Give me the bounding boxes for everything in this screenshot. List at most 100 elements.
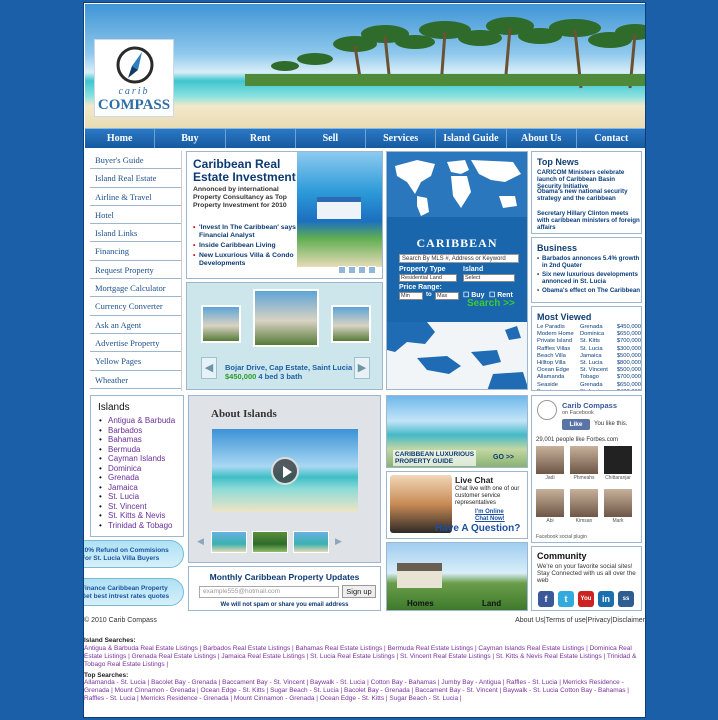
price-max-select[interactable]: Max	[435, 292, 459, 300]
business-item[interactable]: Obama's effect on The Caribbean	[537, 287, 641, 294]
most-viewed-row[interactable]: Beach Villa Jamaica $500,000	[537, 353, 641, 360]
twitter-icon[interactable]: t	[558, 591, 574, 607]
about-next-arrow-icon[interactable]: ▶	[335, 536, 342, 547]
footer-links[interactable]: About Us|Terms of use|Privacy|Disclaimer	[515, 617, 645, 624]
most-viewed-row[interactable]: Raffles Villas St. Lucia $300,000	[537, 346, 641, 353]
facebook-icon[interactable]: f	[538, 591, 554, 607]
about-prev-arrow-icon[interactable]: ◀	[197, 536, 204, 547]
video-thumb[interactable]	[293, 531, 329, 553]
business-item[interactable]: Six new luxurious developments annonced …	[537, 271, 641, 285]
land-link[interactable]: Land	[482, 599, 501, 608]
island-link[interactable]: Antigua & Barbuda	[99, 416, 175, 426]
sidebar-item-financing[interactable]: Financing	[90, 242, 181, 261]
investment-bullet[interactable]: 'Invest In The Caribbean' says Financial…	[193, 224, 305, 240]
email-field[interactable]: example555@hotmail.com	[199, 586, 339, 598]
fan-avatar[interactable]	[604, 489, 632, 517]
most-viewed-row[interactable]: BayviewSt. Lucia$400,000	[537, 389, 641, 390]
island-link[interactable]: Trinidad & Tobago	[99, 521, 175, 531]
listing-next-arrow-icon[interactable]: ▶	[354, 357, 370, 379]
price-min-select[interactable]: Min	[399, 292, 423, 300]
news-item[interactable]: CARICOM Ministers celebrate launch of Ca…	[537, 169, 641, 190]
refund-promo-button[interactable]: 20% Refund on Commisions For St. Lucia V…	[84, 540, 184, 568]
facebook-like-button[interactable]: Like	[562, 419, 590, 430]
most-viewed-row[interactable]: Hilltop Villa St. Lucia $800,000	[537, 360, 641, 367]
most-viewed-row[interactable]: Le Paradis Grenada $450,000	[537, 324, 641, 331]
homes-link[interactable]: Homes	[407, 599, 434, 608]
guide-go-link[interactable]: GO >>	[493, 454, 514, 461]
fan-avatar[interactable]	[604, 446, 632, 474]
island-link[interactable]: Jamaica	[99, 483, 175, 493]
property-guide-banner[interactable]: CARIBBEAN LUXURIOUS PROPERTY GUIDE GO >>	[386, 395, 528, 468]
island-link[interactable]: Bahamas	[99, 435, 175, 445]
investment-bullet[interactable]: Inside Caribbean Living	[193, 242, 305, 250]
nav-rent[interactable]: Rent	[226, 129, 296, 148]
nav-services[interactable]: Services	[366, 129, 437, 148]
slide-dot[interactable]	[338, 266, 346, 274]
most-viewed-row[interactable]: Allamanda Tobago $700,000	[537, 374, 641, 381]
sidebar-item-buyers-guide[interactable]: Buyer's Guide	[90, 151, 181, 170]
investment-feature[interactable]: Caribbean Real Estate Investment Annonce…	[186, 151, 383, 279]
property-type-select[interactable]: Residential Land	[399, 274, 457, 282]
top-searches-links[interactable]: Allamanda - St. Lucia | Bacolet Bay - Gr…	[84, 679, 645, 702]
nav-home[interactable]: Home	[85, 129, 156, 148]
sidebar-item-yellow-pages[interactable]: Yellow Pages	[90, 352, 181, 371]
business-item[interactable]: Barbados annonces 5.4% growth in 2nd Qua…	[537, 255, 641, 269]
youtube-icon[interactable]: You	[578, 591, 594, 607]
fan-avatar[interactable]	[570, 446, 598, 474]
sidebar-item-airline-travel[interactable]: Airline & Travel	[90, 188, 181, 206]
listing-thumb[interactable]	[331, 305, 371, 343]
news-item[interactable]: Obama's new national security strategy a…	[537, 188, 641, 202]
island-link[interactable]: St. Lucia	[99, 492, 175, 502]
keyword-search-input[interactable]: Search By MLS #, Address or Keyword	[399, 254, 519, 263]
most-viewed-row[interactable]: Private Island St. Kitts $700,000	[537, 338, 641, 345]
about-islands-video[interactable]	[212, 429, 358, 512]
island-link[interactable]: St. Kitts & Nevis	[99, 511, 175, 521]
sidebar-item-island-links[interactable]: Island Links	[90, 224, 181, 243]
island-link[interactable]: St. Vincent	[99, 502, 175, 512]
most-viewed-row[interactable]: Ocean Edge St. Vincent $500,000	[537, 367, 641, 374]
search-button[interactable]: Search >>	[467, 298, 515, 309]
listing-address[interactable]: Bojar Drive, Cap Estate, Saint Lucia	[225, 363, 352, 372]
video-thumb[interactable]	[211, 531, 247, 553]
nav-about-us[interactable]: About Us	[507, 129, 577, 148]
sign-up-button[interactable]: Sign up	[342, 585, 376, 598]
live-chat-panel[interactable]: Live Chat Chat live with one of our cust…	[386, 471, 528, 539]
news-item[interactable]: Secretary Hillary Clinton meets with car…	[537, 210, 641, 231]
sidebar-item-mortgage-calculator[interactable]: Mortgage Calculator	[90, 279, 181, 298]
nav-island-guide[interactable]: Island Guide	[436, 129, 507, 148]
island-link[interactable]: Grenada	[99, 473, 175, 483]
most-viewed-row[interactable]: Seaside Grenada $650,000	[537, 382, 641, 389]
slide-dot[interactable]	[368, 266, 376, 274]
investment-bullet[interactable]: New Luxurious Villa & Condo Developments	[193, 252, 305, 268]
nav-sell[interactable]: Sell	[296, 129, 366, 148]
video-thumb[interactable]	[252, 531, 288, 553]
island-searches-links[interactable]: Antigua & Barbuda Real Estate Listings |…	[84, 645, 645, 668]
nav-buy[interactable]: Buy	[155, 129, 226, 148]
fan-avatar[interactable]	[536, 489, 564, 517]
site-logo[interactable]: carib COMPASS	[94, 39, 174, 117]
play-icon[interactable]	[271, 457, 299, 485]
facebook-page-name[interactable]: Carib Compass	[562, 401, 617, 410]
island-link[interactable]: Cayman Islands	[99, 454, 175, 464]
nav-contact[interactable]: Contact	[577, 129, 645, 148]
slide-dot[interactable]	[348, 266, 356, 274]
sidebar-item-weather[interactable]: Wheather	[90, 371, 181, 389]
sidebar-item-ask-an-agent[interactable]: Ask an Agent	[90, 316, 181, 334]
fan-avatar[interactable]	[536, 446, 564, 474]
sidebar-item-island-real-estate[interactable]: Island Real Estate	[90, 169, 181, 188]
sidebar-item-currency-converter[interactable]: Currency Converter	[90, 297, 181, 316]
linkedin-icon[interactable]: in	[598, 591, 614, 607]
most-viewed-row[interactable]: Modern Home Dominica $650,000	[537, 331, 641, 338]
listing-thumb[interactable]	[201, 305, 241, 343]
myspace-icon[interactable]: ss	[618, 591, 634, 607]
island-link[interactable]: Barbados	[99, 426, 175, 436]
listing-thumb-main[interactable]	[253, 289, 319, 347]
fan-avatar[interactable]	[570, 489, 598, 517]
chat-now-link[interactable]: I'm Online Chat Now!	[475, 509, 505, 523]
sidebar-item-hotel[interactable]: Hotel	[90, 206, 181, 225]
sidebar-item-advertise-property[interactable]: Advertise Property	[90, 334, 181, 353]
island-select[interactable]: Select	[463, 274, 515, 282]
listing-prev-arrow-icon[interactable]: ◀	[201, 357, 217, 379]
island-link[interactable]: Dominica	[99, 464, 175, 474]
finance-promo-button[interactable]: Finance Caribbean Property Get best intr…	[84, 578, 184, 606]
